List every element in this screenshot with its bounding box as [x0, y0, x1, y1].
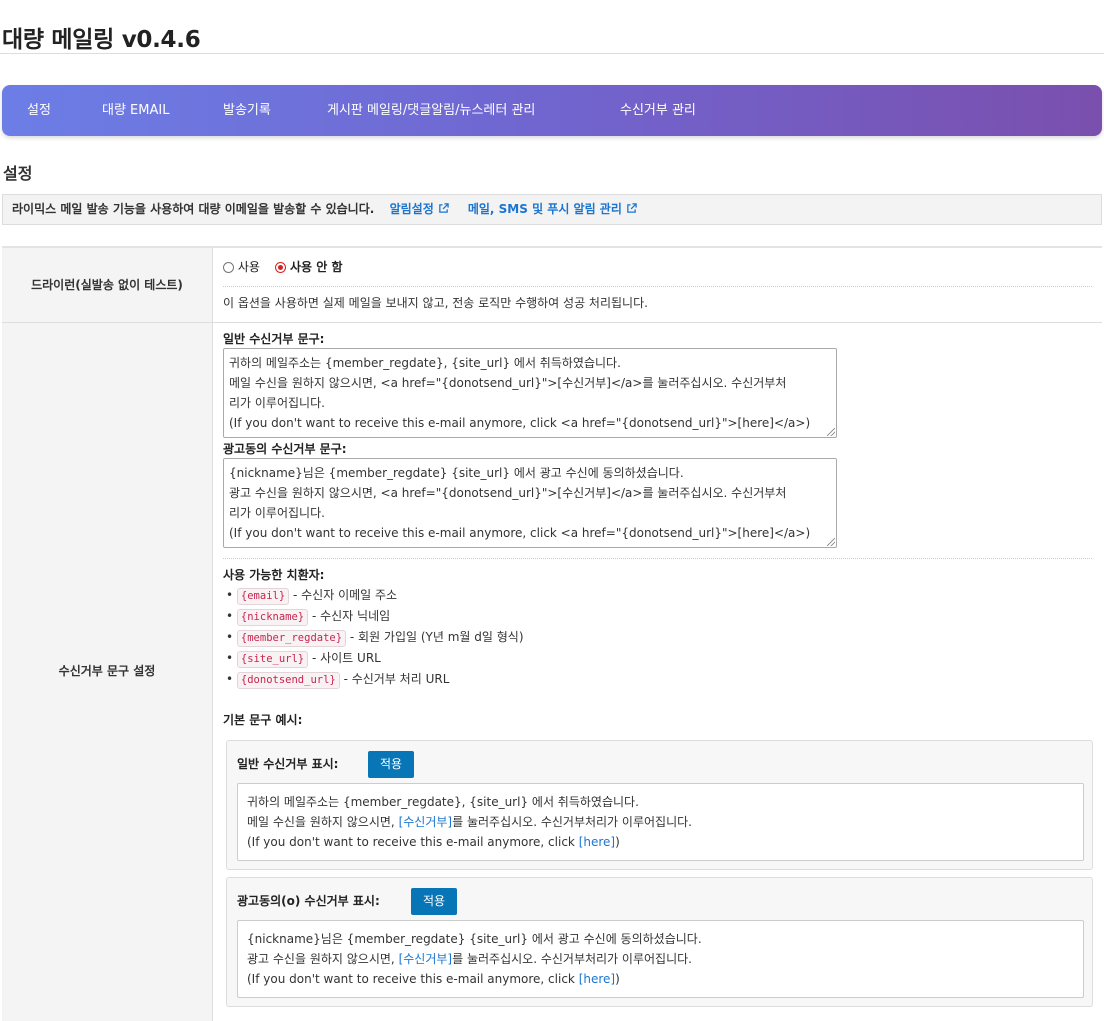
list-item: • {site_url} - 사이트 URL	[226, 649, 381, 668]
here-link[interactable]: [here]	[579, 835, 615, 849]
general-unsubscribe-label: 일반 수신거부 문구:	[223, 332, 325, 346]
settings-form: 드라이런(실발송 없이 테스트) 사용 사용 안 함 이 옵션을 사용하면 실제…	[2, 246, 1102, 1021]
token-code: {email}	[236, 588, 290, 605]
token-code: {donotsend_url}	[236, 672, 340, 689]
notification-settings-link[interactable]: 알림설정	[390, 202, 449, 216]
page-title: 대량 메일링 v0.4.6	[2, 27, 201, 53]
nav-tab-board-mailing[interactable]: 게시판 메일링/댓글알림/뉴스레터 관리	[327, 85, 535, 136]
resize-handle[interactable]	[827, 428, 835, 436]
list-item: • {email} - 수신자 이메일 주소	[226, 586, 397, 605]
dry-run-label: 드라이런(실발송 없이 테스트)	[2, 248, 213, 322]
dry-run-radio-group: 사용 사용 안 함	[223, 258, 343, 275]
top-nav: 설정 대량 EMAIL 발송기록 게시판 메일링/댓글알림/뉴스레터 관리 수신…	[2, 85, 1102, 136]
token-code: {nickname}	[236, 609, 309, 626]
external-link-icon	[438, 203, 449, 213]
radio-not-use[interactable]: 사용 안 함	[275, 260, 343, 274]
dry-run-help: 이 옵션을 사용하면 실제 메일을 보내지 않고, 전송 로직만 수행하여 성공…	[223, 296, 648, 310]
divider	[223, 286, 1092, 287]
nav-tab-bulk-email[interactable]: 대량 EMAIL	[102, 85, 169, 136]
list-item: • {nickname} - 수신자 닉네임	[226, 607, 390, 626]
example-general-box: 일반 수신거부 표시: 적용 귀하의 메일주소는 {member_regdate…	[226, 740, 1093, 870]
nav-tab-unsubscribe[interactable]: 수신거부 관리	[620, 85, 696, 136]
unsubscribe-link[interactable]: [수신거부]	[399, 815, 453, 829]
info-text: 라이믹스 메일 발송 기능을 사용하여 대량 이메일을 발송할 수 있습니다.	[12, 202, 375, 216]
unsubscribe-link[interactable]: [수신거부]	[399, 952, 453, 966]
example-general-preview: 귀하의 메일주소는 {member_regdate}, {site_url} 에…	[237, 783, 1084, 861]
example-ad-box: 광고동의(o) 수신거부 표시: 적용 {nickname}님은 {member…	[226, 877, 1093, 1007]
resize-handle[interactable]	[827, 538, 835, 546]
list-item: • {member_regdate} - 회원 가입일 (Y년 m월 d일 형식…	[226, 628, 524, 647]
title-divider	[0, 53, 1104, 54]
mail-sms-push-link[interactable]: 메일, SMS 및 푸시 알림 관리	[468, 202, 637, 216]
example-general-title: 일반 수신거부 표시:	[237, 757, 339, 771]
example-ad-title: 광고동의(o) 수신거부 표시:	[237, 894, 380, 908]
nav-tab-send-log[interactable]: 발송기록	[223, 85, 271, 136]
radio-use-input[interactable]	[223, 262, 234, 273]
token-code: {member_regdate}	[236, 630, 347, 647]
tokens-title: 사용 가능한 치환자:	[223, 568, 325, 582]
section-title: 설정	[3, 164, 33, 183]
external-link-icon	[627, 203, 637, 213]
ad-unsubscribe-label: 광고동의 수신거부 문구:	[223, 442, 347, 456]
list-item: • {donotsend_url} - 수신거부 처리 URL	[226, 670, 449, 689]
examples-title: 기본 문구 예시:	[223, 713, 303, 727]
example-ad-preview: {nickname}님은 {member_regdate} {site_url}…	[237, 920, 1084, 998]
divider	[223, 558, 1092, 559]
radio-use[interactable]: 사용	[223, 260, 260, 274]
apply-ad-button[interactable]: 적용	[411, 888, 457, 915]
ad-unsubscribe-textarea[interactable]: {nickname}님은 {member_regdate} {site_url}…	[223, 458, 837, 548]
apply-general-button[interactable]: 적용	[368, 751, 414, 778]
unsubscribe-label: 수신거부 문구 설정	[2, 323, 213, 1021]
general-unsubscribe-textarea[interactable]: 귀하의 메일주소는 {member_regdate}, {site_url} 에…	[223, 348, 837, 438]
radio-not-use-input[interactable]	[275, 262, 287, 273]
token-code: {site_url}	[236, 651, 309, 668]
nav-tab-settings[interactable]: 설정	[27, 85, 51, 136]
here-link[interactable]: [here]	[579, 972, 615, 986]
info-box: 라이믹스 메일 발송 기능을 사용하여 대량 이메일을 발송할 수 있습니다. …	[2, 194, 1102, 225]
